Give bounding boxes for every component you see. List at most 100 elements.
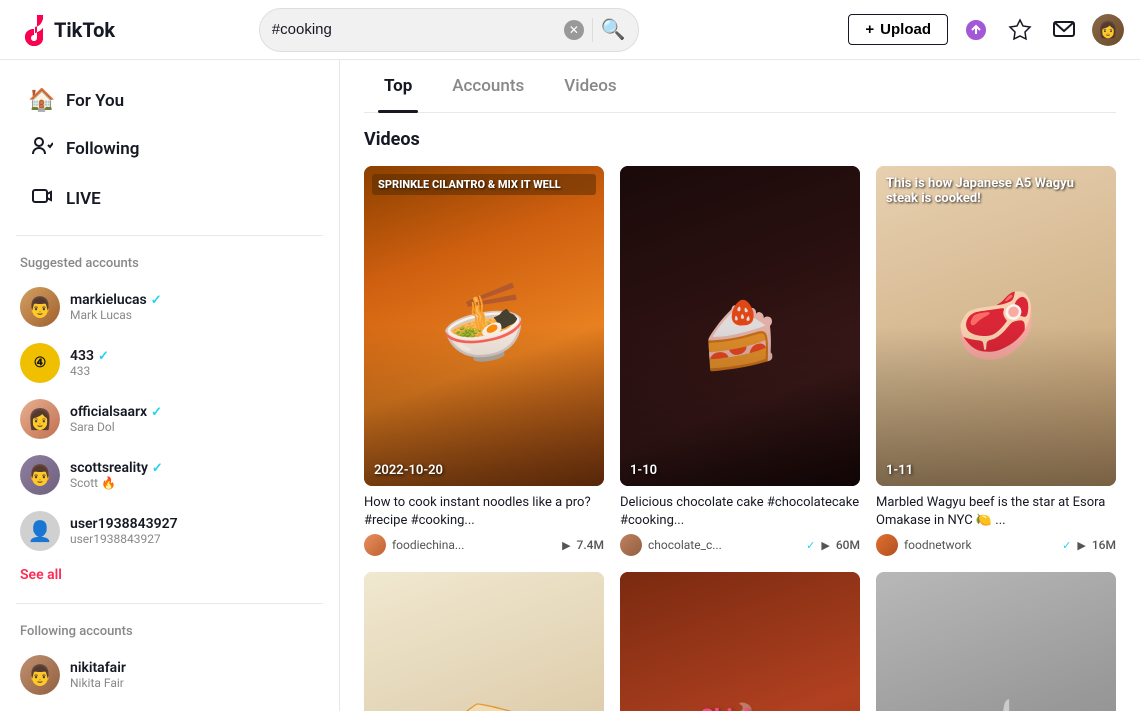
account-info-officialsaarx: officialsaarx ✓ Sara Dol xyxy=(70,404,319,434)
thumb-gradient-wagyu xyxy=(876,326,1116,486)
account-info-markielucas: markielucas ✓ Mark Lucas xyxy=(70,292,319,322)
video-card-noodles[interactable]: 🍜 SPRINKLE CILANTRO & MIX IT WELL 2022-1… xyxy=(364,166,604,556)
video-title-noodles: How to cook instant noodles like a pro? … xyxy=(364,494,604,530)
sidebar-item-live[interactable]: LIVE xyxy=(8,175,331,223)
verified-badge-scottsreality: ✓ xyxy=(152,461,163,476)
video-thumb-fork: 🍴 xyxy=(876,572,1116,711)
upload-button[interactable]: + Upload xyxy=(848,14,948,45)
video-thumb-beef: 🥪 Beefhot sandwich xyxy=(364,572,604,711)
header: TikTok ✕ 🔍 + Upload xyxy=(0,0,1140,60)
account-avatar-scottsreality: 👨 xyxy=(20,455,60,495)
messages-icon[interactable] xyxy=(1048,14,1080,46)
play-icon-wagyu: ▶ xyxy=(1077,539,1085,552)
search-clear-button[interactable]: ✕ xyxy=(564,20,584,40)
account-handle-officialsaarx: Sara Dol xyxy=(70,420,319,434)
search-divider xyxy=(592,18,593,42)
view-count-noodles: 7.4M xyxy=(577,538,604,552)
following-label: Following xyxy=(66,139,139,159)
tiktok-logo-icon xyxy=(16,14,48,46)
account-handle-markielucas: Mark Lucas xyxy=(70,308,319,322)
search-input[interactable] xyxy=(272,21,564,38)
video-overlay-wagyu: This is how Japanese A5 Wagyu steak is c… xyxy=(886,176,1106,206)
video-thumb-cake: 🍰 1-10 xyxy=(620,166,860,486)
home-icon: 🏠 xyxy=(28,88,56,113)
sidebar-divider-1 xyxy=(16,235,323,236)
video-thumb-wagyu: 🥩 This is how Japanese A5 Wagyu steak is… xyxy=(876,166,1116,486)
account-avatar-officialsaarx: 👩 xyxy=(20,399,60,439)
video-title-wagyu: Marbled Wagyu beef is the star at Esora … xyxy=(876,494,1116,530)
tab-videos[interactable]: Videos xyxy=(544,60,636,112)
suggested-accounts-title: Suggested accounts xyxy=(0,248,339,279)
video-meta-cake: chocolate_c... ✓ ▶ 60M xyxy=(620,534,860,556)
video-card-beef[interactable]: 🥪 Beefhot sandwich Beef hot sandwich rec… xyxy=(364,572,604,711)
meta-avatar-noodles xyxy=(364,534,386,556)
logo-text: TikTok xyxy=(54,18,115,42)
account-info-433: 433 ✓ 433 xyxy=(70,348,319,378)
search-icon: 🔍 xyxy=(601,19,626,41)
verified-wagyu: ✓ xyxy=(1062,539,1071,552)
account-name-nikitafair: nikitafair xyxy=(70,660,319,676)
upload-plus-icon: + xyxy=(865,21,874,38)
verified-badge-433: ✓ xyxy=(98,349,109,364)
account-name-scottsreality: scottsreality ✓ xyxy=(70,460,319,476)
video-card-fork[interactable]: 🍴 Professional knife skills #cooking #ch… xyxy=(876,572,1116,711)
account-name-markielucas: markielucas ✓ xyxy=(70,292,319,308)
suggested-account-officialsaarx[interactable]: 👩 officialsaarx ✓ Sara Dol xyxy=(0,391,339,447)
sidebar-item-for-you[interactable]: 🏠 For You xyxy=(8,78,331,123)
video-badge-wagyu: 1-11 xyxy=(886,463,913,478)
play-icon-cake: ▶ xyxy=(821,539,829,552)
upload-label: Upload xyxy=(880,21,931,38)
video-card-wagyu[interactable]: 🥩 This is how Japanese A5 Wagyu steak is… xyxy=(876,166,1116,556)
following-accounts-title: Following accounts xyxy=(0,616,339,647)
account-handle-433: 433 xyxy=(70,364,319,378)
videos-section-label: Videos xyxy=(364,129,1116,150)
account-avatar-markielucas: 👨 xyxy=(20,287,60,327)
account-name-user1938843927: user1938843927 xyxy=(70,516,319,532)
video-card-cake[interactable]: 🍰 1-10 Delicious chocolate cake #chocola… xyxy=(620,166,860,556)
video-thumb-noodles: 🍜 SPRINKLE CILANTRO & MIX IT WELL 2022-1… xyxy=(364,166,604,486)
cart-icon[interactable] xyxy=(1004,14,1036,46)
verified-badge-officialsaarx: ✓ xyxy=(151,405,162,420)
inbox-icon[interactable] xyxy=(960,14,992,46)
account-name-officialsaarx: officialsaarx ✓ xyxy=(70,404,319,420)
account-avatar-user1938843927: 👤 xyxy=(20,511,60,551)
account-name-433: 433 ✓ xyxy=(70,348,319,364)
account-info-nikitafair: nikitafair Nikita Fair xyxy=(70,660,319,690)
main-layout: 🏠 For You Following LIVE S xyxy=(0,60,1140,711)
logo[interactable]: TikTok xyxy=(16,14,146,46)
verified-badge-markielucas: ✓ xyxy=(151,293,162,308)
thumb-gradient-cake xyxy=(620,326,860,486)
video-meta-wagyu: foodnetwork ✓ ▶ 16M xyxy=(876,534,1116,556)
tab-top[interactable]: Top xyxy=(364,60,432,112)
meta-avatar-wagyu xyxy=(876,534,898,556)
account-handle-nikitafair: Nikita Fair xyxy=(70,676,319,690)
suggested-account-scottsreality[interactable]: 👨 scottsreality ✓ Scott 🔥 xyxy=(0,447,339,503)
content-area: Top Accounts Videos Videos 🍜 SPRINKLE CI… xyxy=(340,60,1140,711)
thumb-gradient-noodles xyxy=(364,326,604,486)
account-handle-scottsreality: Scott 🔥 xyxy=(70,476,319,490)
suggested-account-markielucas[interactable]: 👨 markielucas ✓ Mark Lucas xyxy=(0,279,339,335)
video-card-chicken[interactable]: 🍲 ChickenPaprikash Chicken Paprikash rec… xyxy=(620,572,860,711)
video-overlay-noodles: SPRINKLE CILANTRO & MIX IT WELL xyxy=(372,174,596,195)
live-label: LIVE xyxy=(66,189,101,209)
search-submit-button[interactable]: 🔍 xyxy=(601,17,626,42)
play-icon-noodles: ▶ xyxy=(562,539,570,552)
sidebar-divider-2 xyxy=(16,603,323,604)
meta-author-cake: chocolate_c... xyxy=(648,538,800,552)
search-bar: ✕ 🔍 xyxy=(259,8,639,52)
tab-accounts[interactable]: Accounts xyxy=(432,60,544,112)
sidebar-item-following[interactable]: Following xyxy=(8,125,331,173)
account-info-user1938843927: user1938843927 user1938843927 xyxy=(70,516,319,546)
video-thumb-chicken: 🍲 ChickenPaprikash xyxy=(620,572,860,711)
meta-author-noodles: foodiechina... xyxy=(392,538,556,552)
for-you-label: For You xyxy=(66,91,124,111)
video-badge-noodles: 2022-10-20 xyxy=(374,463,443,478)
see-all-link[interactable]: See all xyxy=(0,559,339,591)
suggested-account-433[interactable]: ④ 433 ✓ 433 xyxy=(0,335,339,391)
suggested-account-user1938843927[interactable]: 👤 user1938843927 user1938843927 xyxy=(0,503,339,559)
videos-grid: 🍜 SPRINKLE CILANTRO & MIX IT WELL 2022-1… xyxy=(364,166,1116,711)
meta-avatar-cake xyxy=(620,534,642,556)
search-tabs: Top Accounts Videos xyxy=(364,60,1116,113)
following-account-nikitafair[interactable]: 👨 nikitafair Nikita Fair xyxy=(0,647,339,703)
user-avatar[interactable]: 👩 xyxy=(1092,14,1124,46)
